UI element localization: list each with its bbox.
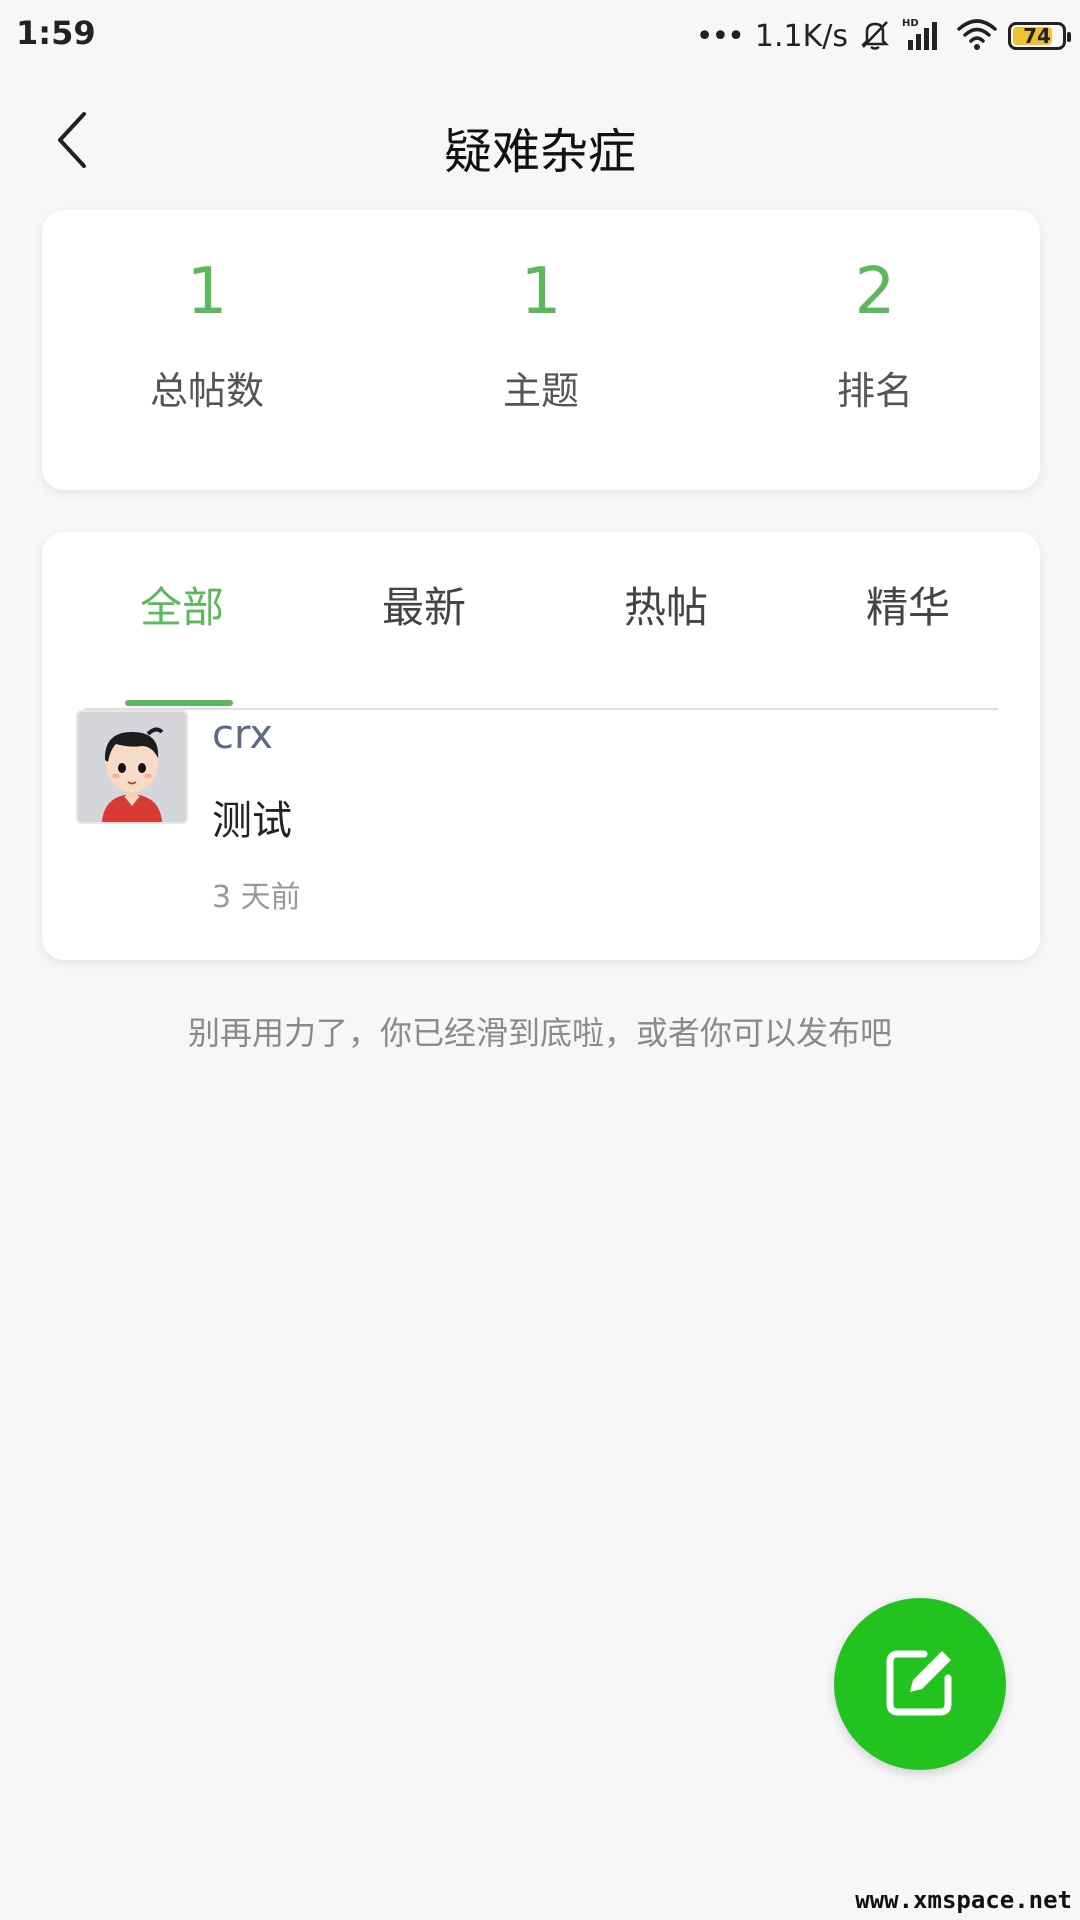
stat-label: 总帖数 <box>149 369 264 413</box>
status-icons: ••• 1.1K/s HD 74 <box>695 12 1071 60</box>
post-author[interactable]: crx <box>212 712 273 758</box>
stats-card: 1 总帖数 1 主题 2 排名 <box>42 210 1040 490</box>
wifi-icon <box>956 17 998 55</box>
watermark: www.xmspace.net <box>855 1886 1072 1914</box>
stat-value: 1 <box>520 255 562 329</box>
list-item[interactable]: crx 测试 3 天前 <box>72 702 1010 932</box>
end-of-list-hint: 别再用力了，你已经滑到底啦，或者你可以发布吧 <box>187 1014 892 1052</box>
edit-icon <box>880 1642 960 1726</box>
mute-bell-icon <box>858 17 892 55</box>
hd-signal-icon: HD <box>902 16 946 56</box>
tab-all[interactable]: 全部 <box>82 570 282 706</box>
header: 疑难杂症 <box>0 72 1080 212</box>
tab-bar: 全部 最新 热帖 精华 <box>84 570 998 710</box>
stat-value: 1 <box>186 255 228 329</box>
post-title[interactable]: 测试 <box>212 788 292 846</box>
net-speed: 1.1K/s <box>754 18 848 54</box>
posts-card: 全部 最新 热帖 精华 crx 测试 3 天前 <box>42 532 1040 960</box>
tab-hot[interactable]: 热帖 <box>566 570 766 706</box>
battery-level: 74 <box>1023 24 1051 48</box>
avatar[interactable] <box>76 710 188 824</box>
post-time: 3 天前 <box>212 880 301 915</box>
page-title: 疑难杂症 <box>443 124 636 180</box>
stat-topics: 1 主题 <box>431 260 651 415</box>
stat-label: 主题 <box>502 369 579 413</box>
status-bar: 1:59 ••• 1.1K/s HD 74 <box>0 0 1080 72</box>
tab-latest[interactable]: 最新 <box>324 570 524 706</box>
tab-featured[interactable]: 精华 <box>808 570 1008 706</box>
battery-icon: 74 <box>1008 22 1071 50</box>
stat-rank: 2 排名 <box>765 260 985 415</box>
stat-total-posts: 1 总帖数 <box>97 260 317 415</box>
stat-label: 排名 <box>836 369 913 413</box>
stat-value: 2 <box>854 255 896 329</box>
status-dots: ••• <box>695 18 745 54</box>
svg-text:HD: HD <box>902 18 919 29</box>
status-time: 1:59 <box>16 14 96 52</box>
compose-button[interactable] <box>834 1598 1006 1770</box>
